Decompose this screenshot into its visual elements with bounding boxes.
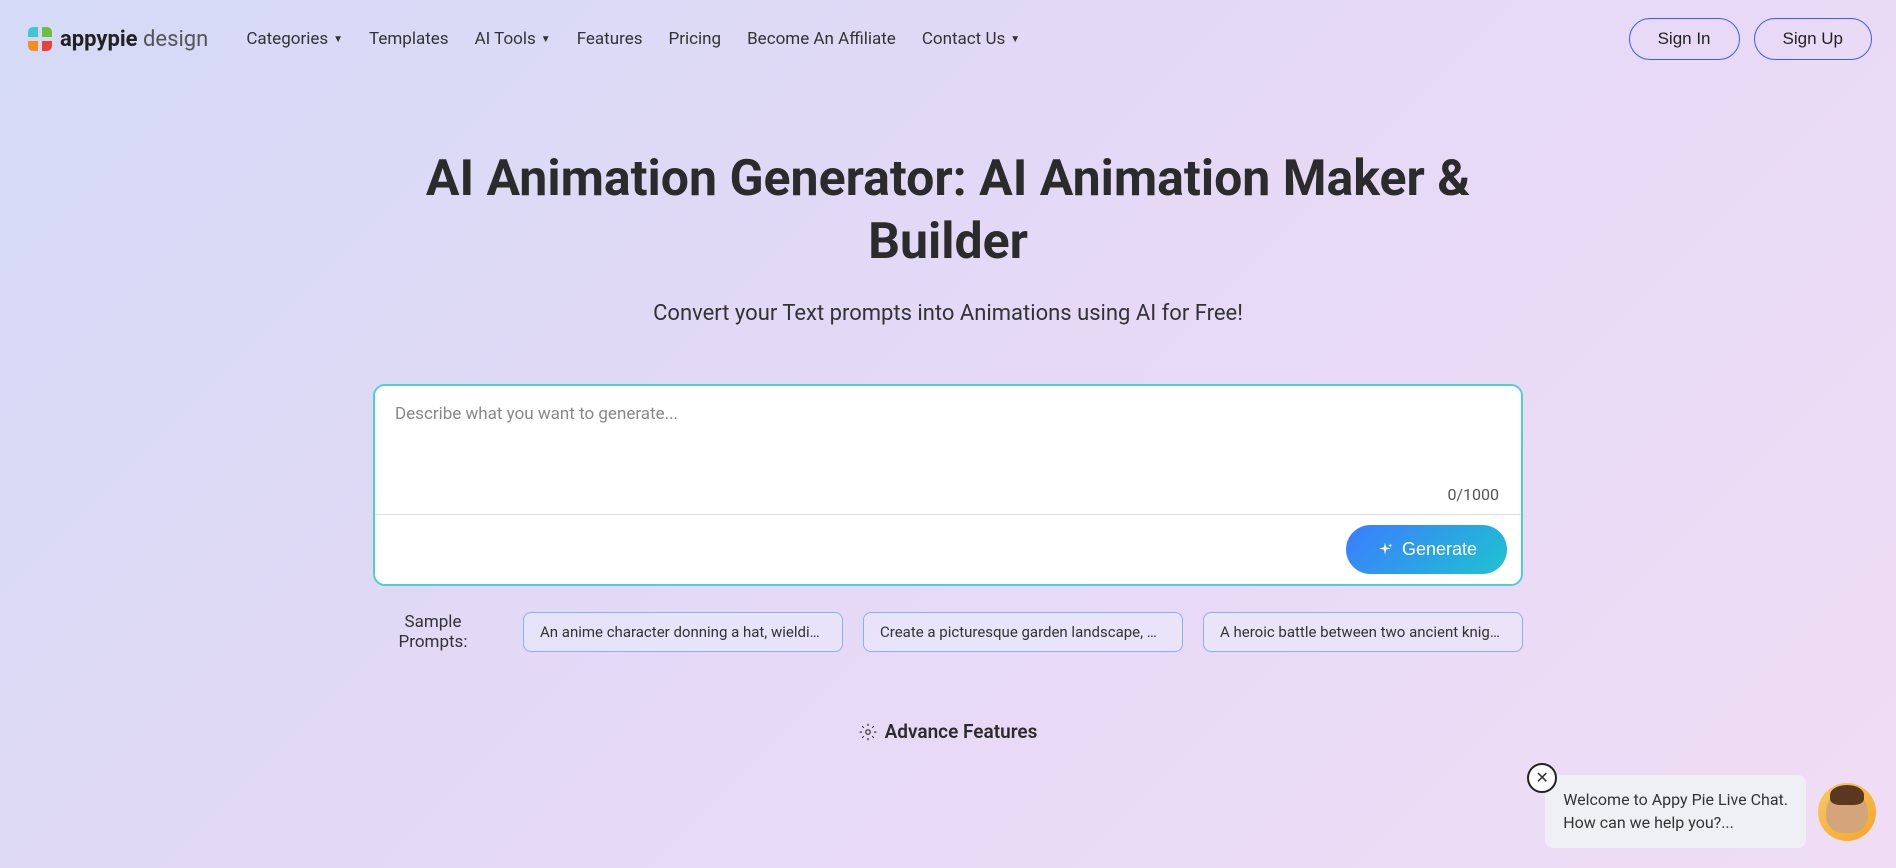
nav-label: Categories	[246, 29, 328, 49]
chat-close-button[interactable]: ✕	[1527, 763, 1557, 793]
nav-affiliate[interactable]: Become An Affiliate	[747, 29, 896, 49]
sample-prompts-label: Sample Prompts:	[373, 612, 493, 652]
sample-prompts-row: Sample Prompts: An anime character donni…	[373, 612, 1523, 652]
generate-label: Generate	[1402, 539, 1477, 560]
gear-icon	[859, 723, 877, 741]
caret-down-icon: ▼	[541, 34, 551, 45]
chat-line: How can we help you?...	[1563, 812, 1788, 834]
header-right: Sign In Sign Up	[1629, 18, 1872, 60]
page-subtitle: Convert your Text prompts into Animation…	[0, 301, 1896, 326]
nav-label: Templates	[369, 29, 449, 49]
nav-label: Contact Us	[922, 29, 1005, 49]
caret-down-icon: ▼	[333, 34, 343, 45]
logo-bold: appypie	[60, 27, 138, 52]
header-left: appypie design Categories ▼ Templates AI…	[24, 23, 1020, 55]
nav: Categories ▼ Templates AI Tools ▼ Featur…	[246, 29, 1020, 49]
caret-down-icon: ▼	[1010, 34, 1020, 45]
logo-text: appypie design	[60, 27, 208, 52]
prompt-input[interactable]	[375, 386, 1521, 481]
chat-bubble: ✕ Welcome to Appy Pie Live Chat. How can…	[1545, 775, 1806, 848]
logo-icon	[24, 23, 56, 55]
sparkle-icon	[1376, 541, 1394, 559]
nav-label: Features	[577, 29, 643, 49]
sample-prompt-chip[interactable]: An anime character donning a hat, wieldi…	[523, 612, 843, 652]
nav-features[interactable]: Features	[577, 29, 643, 49]
nav-categories[interactable]: Categories ▼	[246, 29, 343, 49]
signin-button[interactable]: Sign In	[1629, 18, 1740, 60]
advance-features-label: Advance Features	[885, 720, 1038, 743]
avatar-icon	[1826, 791, 1868, 833]
nav-templates[interactable]: Templates	[369, 29, 449, 49]
advance-features-button[interactable]: Advance Features	[0, 720, 1896, 743]
generate-button[interactable]: Generate	[1346, 525, 1507, 574]
char-count: 0/1000	[375, 485, 1521, 515]
logo-light: design	[138, 27, 209, 52]
nav-ai-tools[interactable]: AI Tools ▼	[475, 29, 551, 49]
chat-widget: ✕ Welcome to Appy Pie Live Chat. How can…	[1545, 775, 1876, 848]
nav-label: Pricing	[669, 29, 722, 49]
sample-prompt-chip[interactable]: Create a picturesque garden landscape, w…	[863, 612, 1183, 652]
sample-prompt-chip[interactable]: A heroic battle between two ancient knig…	[1203, 612, 1523, 652]
generate-row: Generate	[375, 515, 1521, 584]
header: appypie design Categories ▼ Templates AI…	[0, 0, 1896, 78]
nav-contact[interactable]: Contact Us ▼	[922, 29, 1020, 49]
nav-pricing[interactable]: Pricing	[669, 29, 722, 49]
nav-label: AI Tools	[475, 29, 536, 49]
signup-button[interactable]: Sign Up	[1754, 18, 1872, 60]
chat-line: Welcome to Appy Pie Live Chat.	[1563, 789, 1788, 811]
logo[interactable]: appypie design	[24, 23, 208, 55]
main: AI Animation Generator: AI Animation Mak…	[0, 78, 1896, 743]
chat-avatar-button[interactable]	[1818, 783, 1876, 841]
page-title: AI Animation Generator: AI Animation Mak…	[398, 148, 1498, 273]
nav-label: Become An Affiliate	[747, 29, 896, 49]
close-icon: ✕	[1536, 767, 1549, 789]
prompt-container: 0/1000 Generate	[373, 384, 1523, 586]
